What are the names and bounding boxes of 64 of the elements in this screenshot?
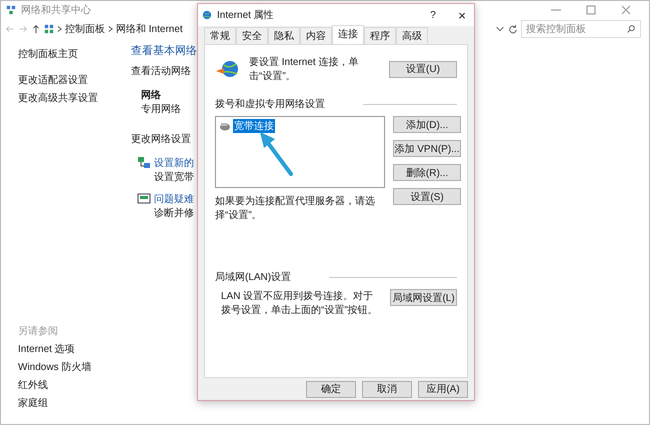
page-heading: 查看基本网络 <box>131 44 197 58</box>
close-button[interactable]: × <box>454 8 470 22</box>
note-text: LAN 设置不应用到拨号连接。对于拨号设置，单击上面的“设置”按钮。 <box>220 290 379 317</box>
section-heading: 查看活动网络 <box>131 64 192 78</box>
sidebar-link[interactable]: 家庭组 <box>18 396 131 410</box>
add-vpn-button[interactable]: 添加 VPN(P)... <box>393 140 461 157</box>
network-setup-icon <box>137 156 151 170</box>
back-icon[interactable] <box>5 24 15 34</box>
section-heading: 拨号和虚拟专用网络设置 <box>215 98 325 111</box>
dialog-title: Internet 属性 <box>217 8 274 22</box>
sidebar-link[interactable]: Windows 防火墙 <box>18 360 131 374</box>
connection-list[interactable]: 宽带连接 <box>215 116 385 188</box>
monitor-icon <box>137 192 151 206</box>
sidebar-link[interactable]: 红外线 <box>18 378 131 392</box>
breadcrumb-item[interactable]: 网络和 Internet <box>116 22 183 36</box>
section-heading: 另请参阅 <box>18 324 59 338</box>
cancel-button[interactable]: 取消 <box>362 380 412 398</box>
apply-button[interactable]: 应用(A) <box>418 380 468 398</box>
task-description: 诊断并修 <box>154 206 194 220</box>
search-field[interactable]: 搜索控制面板 <box>521 20 641 38</box>
modem-icon <box>219 121 231 131</box>
add-button[interactable]: 添加(D)... <box>393 116 461 133</box>
instruction-text: 要设置 Internet 连接，单击“设置”。 <box>249 56 360 83</box>
tab[interactable]: 高级 <box>396 27 428 44</box>
lan-settings-button[interactable]: 局域网设置(L) <box>390 289 457 306</box>
chevron-icon <box>108 25 113 33</box>
settings-button[interactable]: 设置(S) <box>393 188 461 205</box>
settings-button[interactable]: 设置(U) <box>389 60 457 78</box>
up-icon[interactable] <box>31 24 41 34</box>
help-button[interactable]: ? <box>425 10 441 20</box>
task-description: 设置宽带 <box>154 170 194 184</box>
tab[interactable]: 程序 <box>364 27 396 44</box>
sidebar-link[interactable]: 控制面板主页 <box>18 47 131 61</box>
tab[interactable]: 内容 <box>300 27 332 44</box>
tab[interactable]: 常规 <box>204 27 236 44</box>
task-link[interactable]: 问题疑难 <box>154 192 194 206</box>
network-icon <box>6 5 16 15</box>
close-icon[interactable] <box>619 5 633 15</box>
tab[interactable]: 隐私 <box>268 27 300 44</box>
window-title: 网络和共享中心 <box>21 4 91 17</box>
arrow-drawing <box>258 131 294 177</box>
refresh-icon[interactable] <box>508 24 518 34</box>
note-text: 如果要为连接配置代理服务器，请选择“设置”。 <box>215 194 376 222</box>
tab[interactable]: 连接 <box>332 25 364 44</box>
network-type: 专用网络 <box>141 102 182 116</box>
globe-icon <box>202 10 212 20</box>
task-link[interactable]: 设置新的 <box>154 156 194 170</box>
search-icon <box>626 24 636 34</box>
chevron-icon <box>57 25 62 33</box>
ok-button[interactable]: 确定 <box>306 380 356 398</box>
breadcrumb-item[interactable]: 控制面板 <box>65 22 105 36</box>
sidebar-link[interactable]: Internet 选项 <box>18 342 131 356</box>
sidebar-link[interactable]: 更改适配器设置 <box>18 73 131 87</box>
sidebar-link[interactable]: 更改高级共享设置 <box>18 91 131 105</box>
globe-icon <box>215 59 241 79</box>
remove-button[interactable]: 删除(R)... <box>393 164 461 181</box>
control-panel-icon <box>44 24 54 34</box>
network-name: 网络 <box>141 88 162 102</box>
section-heading: 更改网络设置 <box>131 132 192 146</box>
tab[interactable]: 安全 <box>236 27 268 44</box>
maximize-icon[interactable] <box>584 5 598 15</box>
list-item[interactable]: 宽带连接 <box>233 119 275 133</box>
section-heading: 局域网(LAN)设置 <box>215 270 292 284</box>
dropdown-icon[interactable] <box>495 24 505 34</box>
